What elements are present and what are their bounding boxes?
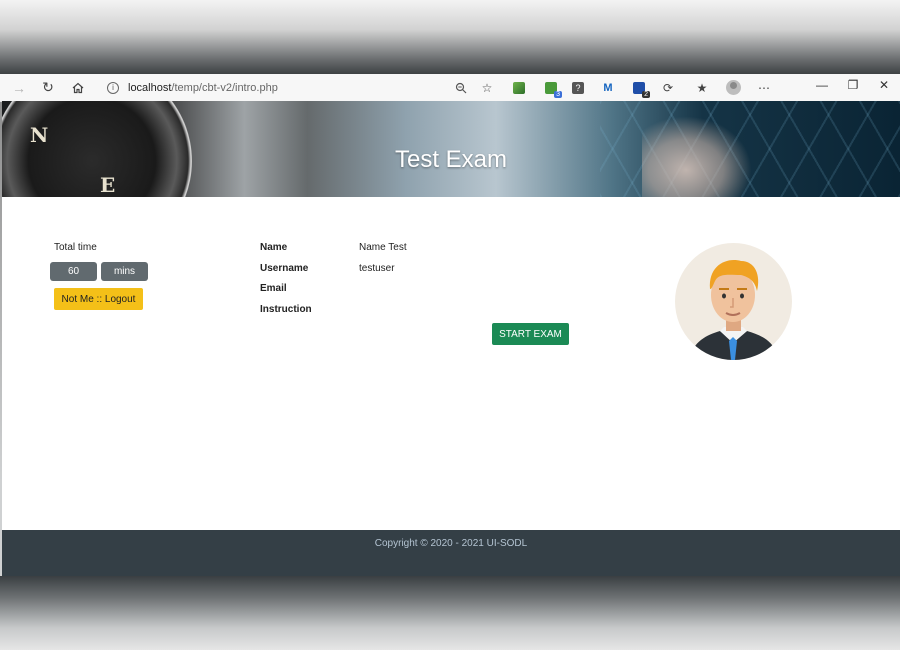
url-host: localhost <box>128 81 172 94</box>
extensions-puzzle-icon[interactable]: ⟳ <box>657 74 679 101</box>
info-icon[interactable]: i <box>107 81 119 94</box>
forward-arrow-icon[interactable]: → <box>4 74 34 101</box>
compass-n-glyph: N <box>30 123 49 147</box>
extension-cube-icon[interactable] <box>508 74 530 101</box>
instruction-label: Instruction <box>260 304 312 315</box>
name-value: Name Test <box>359 242 407 253</box>
home-icon-glyph <box>72 82 84 93</box>
time-value: 60 <box>50 262 97 281</box>
name-label: Name <box>260 242 288 253</box>
user-avatar-icon <box>675 243 792 360</box>
url-path: /temp/cbt-v2/intro.php <box>171 81 278 94</box>
address-bar[interactable]: i localhost/temp/cbt-v2/intro.php <box>100 74 500 101</box>
restore-icon[interactable]: ❐ <box>838 74 868 96</box>
logout-button[interactable]: Not Me :: Logout <box>54 288 143 310</box>
compass-e-glyph: E <box>100 173 116 197</box>
total-time-label: Total time <box>54 242 97 253</box>
email-label: Email <box>260 283 287 294</box>
backdrop-bottom <box>0 576 900 650</box>
m-extension-icon[interactable]: M <box>597 74 619 101</box>
profile-icon[interactable] <box>722 74 744 101</box>
more-menu-icon[interactable]: ⋯ <box>753 74 775 101</box>
extension-badge: 2 <box>642 90 650 98</box>
u-extension-icon[interactable]: 2 <box>628 74 650 101</box>
extension-puzzle-icon[interactable]: 3 <box>540 74 562 101</box>
minimize-icon[interactable]: — <box>807 74 837 96</box>
start-exam-button[interactable]: START EXAM <box>492 323 569 345</box>
copyright-text: Copyright © 2020 - 2021 UI-SODL <box>374 538 528 549</box>
header-banner: N E Test Exam <box>2 101 900 197</box>
favorites-icon[interactable]: ★ <box>691 74 713 101</box>
username-label: Username <box>260 263 309 274</box>
page-title: Test Exam <box>394 146 508 173</box>
extension-badge: 3 <box>554 90 562 98</box>
time-unit: mins <box>101 262 148 281</box>
home-icon[interactable] <box>63 74 93 101</box>
zoom-icon[interactable] <box>450 74 472 101</box>
refresh-icon[interactable]: ↻ <box>33 74 63 101</box>
close-icon[interactable]: ✕ <box>869 74 899 96</box>
username-value: testuser <box>359 263 395 274</box>
browser-toolbar: → ↻ i localhost/temp/cbt-v2/intro.php ☆ … <box>0 74 900 102</box>
url-text[interactable]: localhost/temp/cbt-v2/intro.php <box>128 82 278 94</box>
backdrop-top <box>0 0 900 74</box>
page: N E Test Exam Total time 60 mins Not Me … <box>2 101 900 576</box>
footer: Copyright © 2020 - 2021 UI-SODL <box>2 530 900 576</box>
favorite-star-icon[interactable]: ☆ <box>476 74 498 101</box>
help-extension-icon[interactable]: ? <box>567 74 589 101</box>
